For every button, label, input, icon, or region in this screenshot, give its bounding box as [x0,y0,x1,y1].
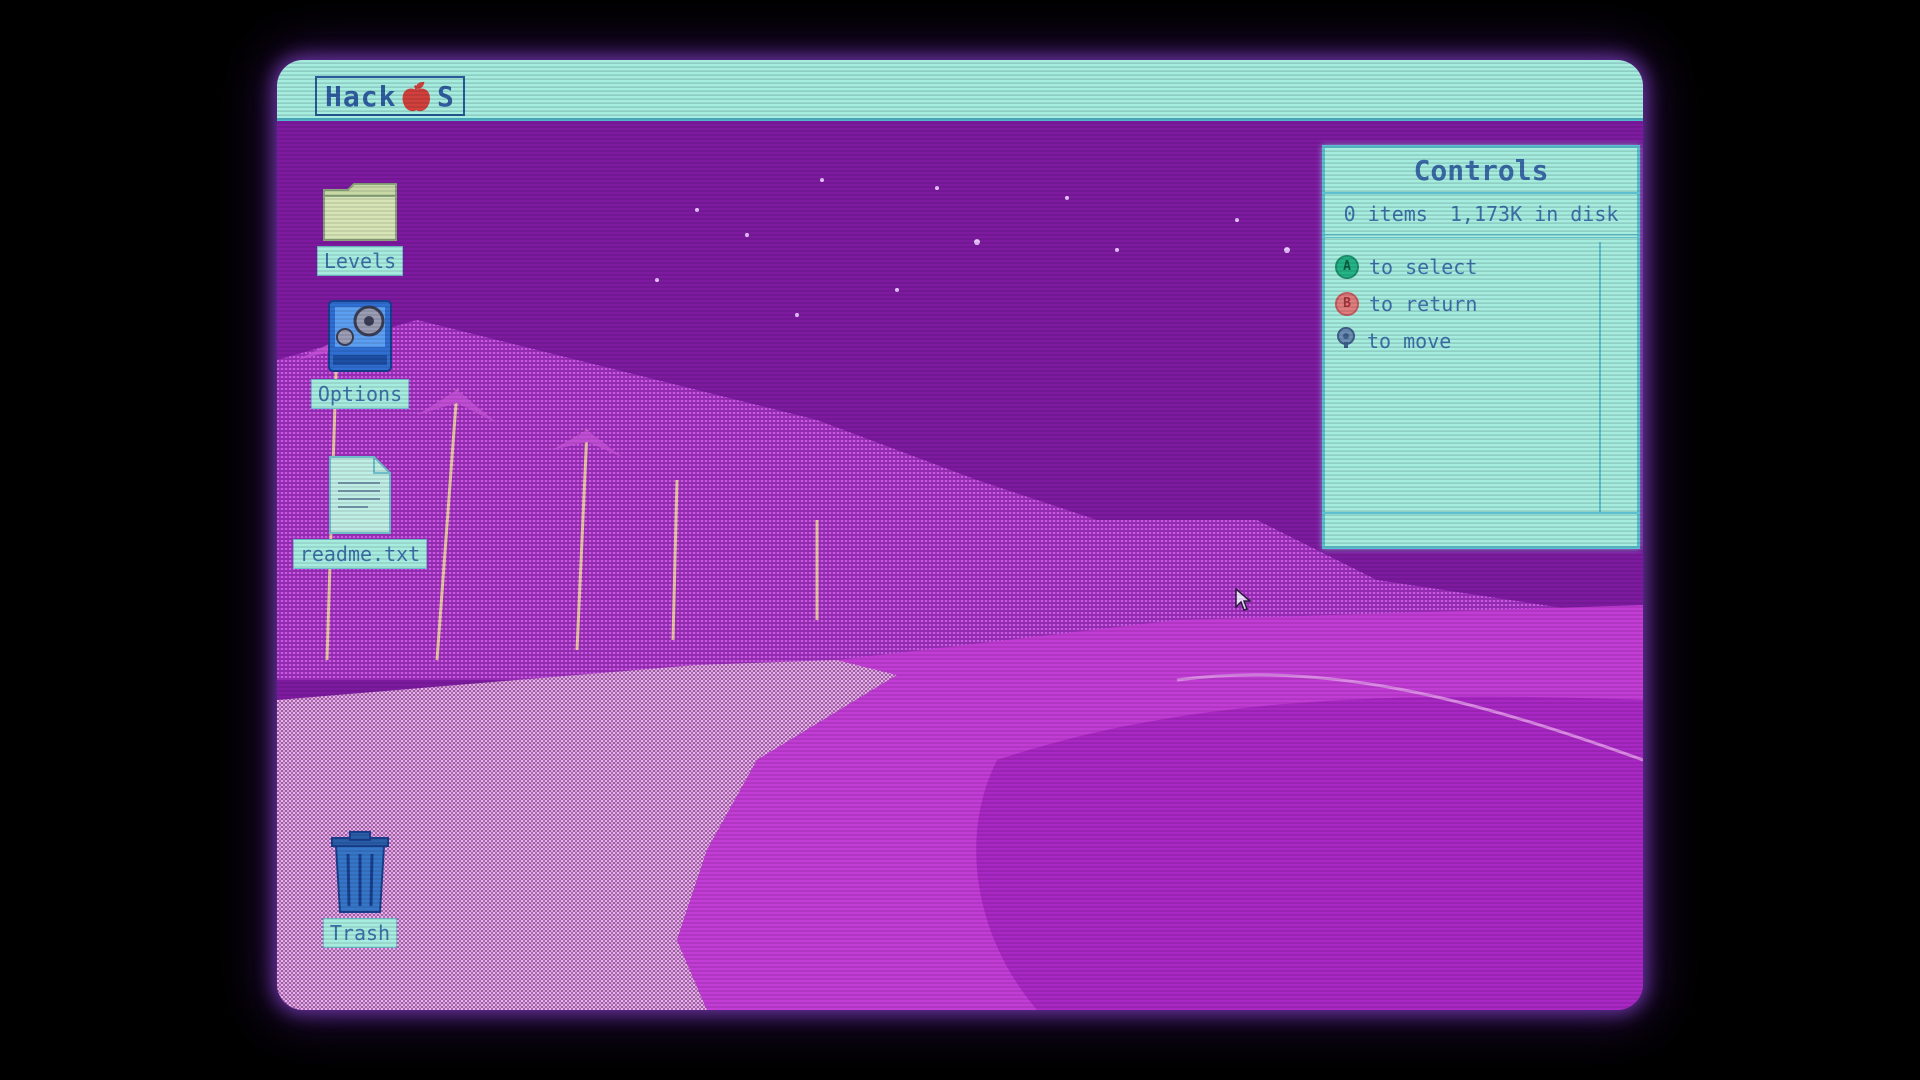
control-row-move: to move [1325,322,1599,359]
a-button-icon: A [1335,254,1359,279]
desktop-icon-label: readme.txt [292,539,428,569]
folder-icon [315,152,405,242]
desktop-icon-label: Options [310,379,410,409]
control-text: to return [1369,291,1478,316]
controls-window[interactable]: Controls 0 items 1,173K in disk A to sel… [1322,145,1640,549]
crt-screen: Hack 🍎︎ S Levels Options readme.txt Tras… [277,60,1643,1010]
disk-info: 1,173K in disk [1449,202,1619,226]
window-footer [1325,512,1637,546]
joystick-icon [1335,327,1357,354]
control-row-return: B to return [1325,285,1599,322]
settings-app-icon [315,285,405,375]
control-text: to select [1369,254,1478,279]
window-info-bar: 0 items 1,173K in disk [1325,194,1637,238]
desktop-icon-label: Levels [316,246,404,276]
window-content: A to select B to return to move [1325,242,1601,512]
desktop-icon-label: Trash [322,918,398,948]
trash-icon [315,824,405,914]
control-row-select: A to select [1325,248,1599,285]
os-logo[interactable]: Hack 🍎︎ S [315,76,465,116]
b-button-icon: B [1335,291,1359,316]
text-file-icon [315,445,405,535]
apple-logo-icon: 🍎︎ [398,79,435,113]
desktop-icon-readme[interactable]: readme.txt [292,445,428,569]
desktop-icon-levels[interactable]: Levels [295,152,425,276]
control-text: to move [1367,328,1452,353]
item-count: 0 items [1343,202,1428,226]
desktop-icon-options[interactable]: Options [295,285,425,409]
logo-text-suffix: S [436,79,455,113]
menu-bar: Hack 🍎︎ S [277,60,1643,121]
desktop-icon-trash[interactable]: Trash [295,824,425,948]
window-title: Controls [1325,148,1637,194]
mouse-cursor-icon [1235,588,1251,611]
logo-text-prefix: Hack [325,79,397,113]
